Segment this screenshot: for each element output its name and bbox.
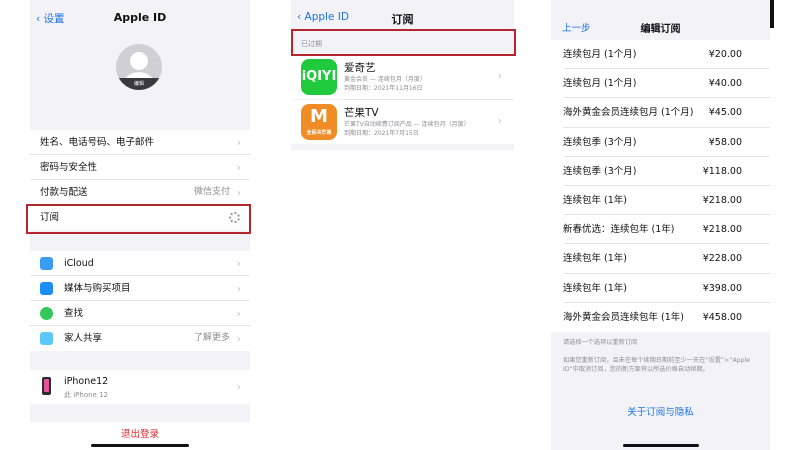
settings-row-icloud[interactable]: iCloud › — [30, 251, 250, 276]
page-title: 编辑订阅 — [640, 24, 681, 35]
chevron-right-icon: › — [497, 69, 502, 82]
row-label: 媒体与购买项目 — [64, 283, 131, 294]
option-price: ¥398.00 — [702, 282, 742, 294]
settings-row-password-security[interactable]: 密码与安全性 › — [30, 155, 250, 180]
renewal-footer: 请选择一个选项以重新订阅 如果您重新订阅，且未在每个续期日期前至少一天在“设置”… — [551, 338, 770, 374]
page-title: Apple ID — [113, 11, 167, 24]
chevron-right-icon: › — [236, 307, 241, 320]
devices-group: iPhone12 此 iPhone 12 › — [30, 370, 250, 404]
row-label: 付款与配送 — [40, 187, 88, 198]
option-price: ¥218.00 — [702, 194, 742, 206]
iphone-icon — [42, 377, 51, 395]
option-price: ¥58.00 — [708, 136, 742, 148]
avatar-person-icon — [130, 52, 148, 70]
option-price: ¥45.00 — [708, 107, 742, 119]
option-name: 新春优选：连续包年 (1年) — [563, 224, 675, 236]
option-price: ¥118.00 — [702, 165, 742, 177]
option-name: 连续包季 (3个月) — [563, 136, 637, 148]
chevron-right-icon: › — [236, 136, 241, 149]
subscription-option[interactable]: 连续包年 (1年) ¥218.00 — [551, 186, 770, 216]
option-name: 连续包月 (1个月) — [563, 49, 637, 60]
family-sharing-icon — [40, 332, 53, 345]
sheet-header: 上一步 编辑订阅 — [551, 0, 770, 40]
subscription-option[interactable]: 连续包月 (1个月) ¥20.00 — [551, 40, 770, 70]
subscription-item-mango-tv[interactable]: M 全民共芒果 芒果TV 芒果TV自动续费订阅产品 — 连续包月（月度） 到期日… — [291, 100, 514, 144]
row-label: 密码与安全性 — [40, 162, 98, 173]
chevron-right-icon: › — [497, 114, 502, 127]
mango-tv-app-icon: M 全民共芒果 — [301, 104, 337, 140]
subscription-name: 爱奇艺 — [344, 62, 376, 74]
device-subtitle: 此 iPhone 12 — [64, 391, 108, 399]
option-price: ¥40.00 — [708, 78, 742, 90]
avatar-edit-label: 编辑 — [116, 78, 162, 90]
settings-row-family-sharing[interactable]: 家人共享 了解更多 › — [30, 326, 250, 351]
footer-hint: 请选择一个选项以重新订阅 — [563, 339, 638, 346]
iqiyi-app-icon: iQIYI — [301, 59, 337, 95]
app-store-icon — [40, 282, 53, 295]
footer-renewal-note: 如果您重新订阅，且未在每个续期日期前至少一天在“设置”>“Apple ID”中取… — [563, 357, 751, 373]
subscription-option[interactable]: 连续包季 (3个月) ¥118.00 — [551, 157, 770, 187]
find-my-icon — [40, 307, 53, 320]
subscription-privacy-link[interactable]: 关于订阅与隐私 — [551, 404, 770, 418]
edit-subscription-screen: 上一步 编辑订阅 连续包月 (1个月) ¥20.00 连续包月 (1个月) ¥40.… — [551, 0, 770, 450]
mango-logo-slogan: 全民共芒果 — [306, 130, 332, 136]
subscription-option[interactable]: 连续包年 (1年) ¥398.00 — [551, 274, 770, 303]
option-name: 连续包年 (1年) — [563, 253, 627, 265]
cloud-icon — [40, 257, 53, 270]
settings-row-find-my[interactable]: 查找 › — [30, 301, 250, 326]
option-price: ¥218.00 — [702, 224, 742, 236]
settings-row-payment-shipping[interactable]: 付款与配送 微信支付 › — [30, 180, 250, 205]
chevron-right-icon: › — [236, 161, 241, 174]
subscription-option[interactable]: 连续包月 (1个月) ¥40.00 — [551, 69, 770, 99]
option-name: 连续包年 (1年) — [563, 282, 627, 294]
device-edge — [770, 0, 774, 28]
services-group: iCloud › 媒体与购买项目 › 查找 › 家人共享 了解更多 › — [30, 251, 250, 351]
payment-method-value: 微信支付 — [193, 187, 230, 197]
subscription-option[interactable]: 新春优选：连续包年 (1年) ¥218.00 — [551, 215, 770, 245]
device-row-iphone[interactable]: iPhone12 此 iPhone 12 › — [30, 370, 250, 404]
subscriptions-row-highlight — [26, 204, 251, 234]
settings-row-name-phone-email[interactable]: 姓名、电话号码、电子邮件 › — [30, 130, 250, 155]
row-label: iCloud — [64, 258, 94, 269]
chevron-right-icon: › — [236, 380, 241, 393]
subscription-option[interactable]: 连续包年 (1年) ¥228.00 — [551, 244, 770, 274]
option-name: 连续包年 (1年) — [563, 194, 627, 206]
subscription-item-iqiyi[interactable]: iQIYI 爱奇艺 黄金会员 — 连续包月（月度） 到期日期：2021年11月1… — [291, 55, 514, 99]
subscription-option[interactable]: 连续包季 (3个月) ¥58.00 — [551, 128, 770, 157]
chevron-right-icon: › — [236, 332, 241, 345]
option-name: 连续包季 (3个月) — [563, 165, 637, 177]
subscription-options-list: 连续包月 (1个月) ¥20.00 连续包月 (1个月) ¥40.00 海外黄金会员… — [551, 40, 770, 332]
option-price: ¥20.00 — [708, 49, 742, 60]
subscription-expiry: 到期日期：2021年7月15日 — [344, 130, 419, 137]
home-indicator — [91, 444, 189, 447]
subscription-plan: 芒果TV自动续费订阅产品 — 连续包月（月度） — [344, 121, 470, 128]
option-price: ¥458.00 — [702, 311, 742, 323]
row-label: 姓名、电话号码、电子邮件 — [40, 137, 155, 148]
mango-logo-letter: M — [310, 106, 328, 127]
device-name: iPhone12 — [64, 376, 109, 387]
row-label: 查找 — [64, 308, 84, 319]
chevron-right-icon: › — [236, 282, 241, 295]
subscription-name: 芒果TV — [344, 107, 379, 119]
home-indicator — [623, 444, 699, 447]
subscription-expiry: 到期日期：2021年11月16日 — [344, 85, 423, 92]
subscription-plan: 黄金会员 — 连续包月（月度） — [344, 76, 426, 83]
option-price: ¥228.00 — [702, 253, 742, 265]
subscription-option[interactable]: 海外黄金会员连续包年 (1年) ¥458.00 — [551, 303, 770, 332]
option-name: 连续包月 (1个月) — [563, 78, 637, 90]
settings-row-media-purchases[interactable]: 媒体与购买项目 › — [30, 276, 250, 301]
navigation-bar: ‹ Apple ID 订阅 — [291, 6, 514, 28]
option-name: 海外黄金会员连续包月 (1个月) — [563, 107, 694, 119]
expired-header-highlight — [291, 29, 516, 56]
chevron-right-icon: › — [236, 257, 241, 270]
subscriptions-screen: ‹ Apple ID 订阅 已过期 iQIYI 爱奇艺 黄金会员 — 连续包月（… — [291, 0, 514, 150]
row-label: 家人共享 — [64, 333, 103, 344]
page-title: 订阅 — [391, 13, 414, 26]
learn-more-value: 了解更多 — [193, 333, 230, 343]
avatar[interactable]: 编辑 — [116, 44, 162, 90]
navigation-bar: ‹ 设置 Apple ID — [30, 6, 250, 28]
chevron-right-icon: › — [236, 186, 241, 199]
option-name: 海外黄金会员连续包年 (1年) — [563, 311, 684, 323]
subscription-option[interactable]: 海外黄金会员连续包月 (1个月) ¥45.00 — [551, 98, 770, 128]
